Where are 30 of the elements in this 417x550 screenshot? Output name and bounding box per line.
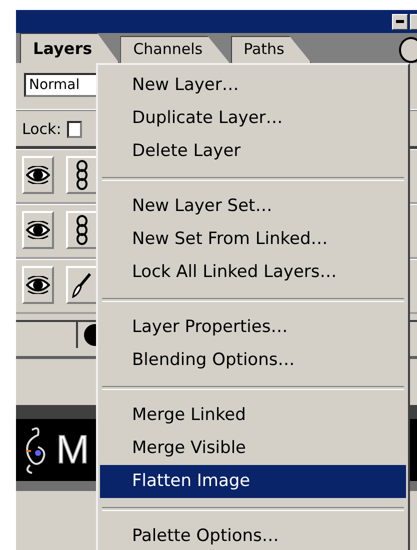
menu-item[interactable]: Layer Properties… — [100, 311, 406, 344]
lock-label: Lock: — [22, 120, 62, 138]
visibility-toggle[interactable] — [22, 211, 54, 249]
visibility-toggle[interactable] — [22, 156, 54, 194]
menu-item[interactable]: Palette Options… — [100, 520, 406, 550]
document-text: M — [56, 428, 90, 472]
menu-item[interactable]: Flatten Image — [100, 465, 406, 498]
close-button[interactable] — [410, 14, 417, 30]
menu-item[interactable]: Lock All Linked Layers… — [100, 256, 406, 289]
palette-tab[interactable]: Channels — [120, 36, 230, 63]
chain-link-icon — [76, 160, 88, 190]
menu-item[interactable]: Blending Options… — [100, 344, 406, 377]
menu-item[interactable]: Merge Visible — [100, 432, 406, 465]
menu-item[interactable]: New Layer Set… — [100, 190, 406, 223]
menu-item[interactable]: Merge Linked — [100, 399, 406, 432]
palette-menu-button[interactable] — [399, 37, 417, 63]
minimize-icon — [396, 20, 404, 23]
minimize-button[interactable] — [392, 14, 408, 30]
menu-item[interactable]: Delete Layer — [100, 135, 406, 168]
eye-icon — [26, 276, 50, 294]
palette-tab[interactable]: Paths — [230, 36, 312, 63]
menu-item[interactable]: New Set From Linked… — [100, 223, 406, 256]
eye-icon — [26, 221, 50, 239]
brush-icon — [72, 272, 92, 298]
chain-link-icon — [76, 215, 88, 245]
visibility-toggle[interactable] — [22, 266, 54, 304]
lock-checkbox[interactable] — [67, 120, 82, 138]
palette-tab[interactable]: Layers — [20, 33, 120, 63]
menu-item[interactable]: Duplicate Layer… — [100, 102, 406, 135]
eye-icon — [26, 166, 50, 184]
